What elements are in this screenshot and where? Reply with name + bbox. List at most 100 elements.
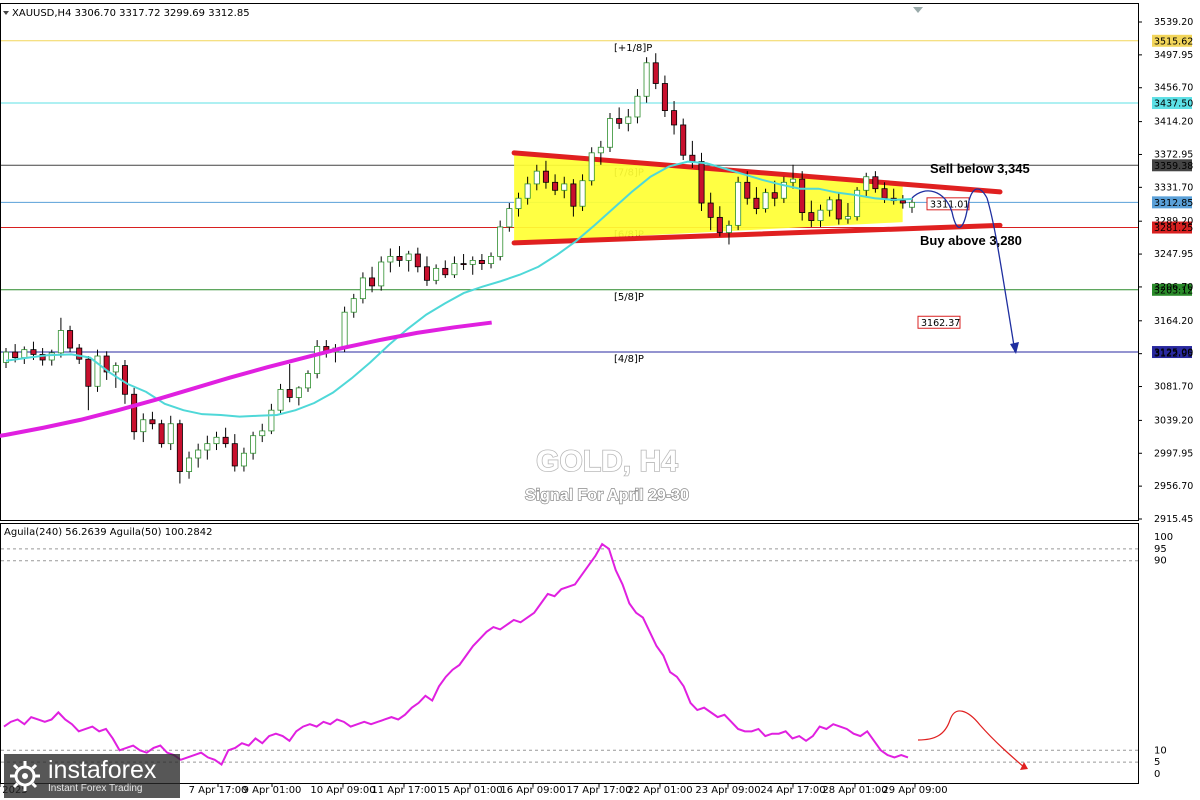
candle-bear xyxy=(460,263,467,265)
price-tick-label: 2997.95 xyxy=(1154,448,1193,459)
indicator-pane-frame xyxy=(0,523,1139,784)
candle-bull xyxy=(268,409,275,432)
candle-bull xyxy=(140,419,147,433)
level-price-label: 3359.38 xyxy=(1154,161,1193,172)
candle-bull xyxy=(643,62,650,97)
candle-bull xyxy=(57,330,64,354)
murrey-label: [5/8]P xyxy=(614,292,644,303)
candle-bear xyxy=(899,200,906,204)
candle-bull xyxy=(378,261,385,287)
price-tick-label: 3539.20 xyxy=(1154,17,1193,28)
candle-bull xyxy=(579,180,586,207)
candle-bull xyxy=(588,152,595,182)
candle-bull xyxy=(790,178,797,183)
brand-name: instaforex xyxy=(48,756,157,784)
candle-bear xyxy=(707,202,714,218)
candle-bear xyxy=(423,266,430,281)
candle-bull xyxy=(341,311,348,349)
level-price-label: 3312.85 xyxy=(1154,198,1193,209)
time-tick-label: 10 Apr 09:00 xyxy=(310,785,375,796)
candle-bull xyxy=(607,118,614,148)
candle-bull xyxy=(433,267,440,281)
candle-bear xyxy=(616,118,623,124)
candle-bull xyxy=(405,253,412,261)
candle-bull xyxy=(863,176,870,191)
candle-bull xyxy=(735,181,742,226)
price-tick-label: 3081.70 xyxy=(1154,382,1193,393)
candle-bull xyxy=(359,277,366,300)
chart-title: GOLD, H4 xyxy=(536,445,678,478)
price-tick-label: 3497.95 xyxy=(1154,50,1193,61)
time-tick-label: 7 Apr 17:00 xyxy=(189,785,248,796)
candle-bear xyxy=(753,197,760,210)
candle-bull xyxy=(314,346,321,374)
time-tick-label: 24 Apr 17:00 xyxy=(760,785,825,796)
price-tick-label: 2915.45 xyxy=(1154,514,1193,525)
indicator-level-label: 95 xyxy=(1154,544,1167,555)
candle-bear xyxy=(799,178,806,213)
indicator-level-label: 5 xyxy=(1154,757,1160,768)
candle-bear xyxy=(835,199,842,220)
candle-bull xyxy=(259,430,266,437)
candle-bear xyxy=(286,389,293,398)
candle-bear xyxy=(231,443,238,467)
candle-bull xyxy=(506,208,513,228)
candle-bull xyxy=(94,355,101,387)
candle-bear xyxy=(542,170,549,183)
brand-tagline: Instant Forex Trading xyxy=(48,783,143,794)
candle-bull xyxy=(451,263,458,276)
candle-bear xyxy=(396,256,403,261)
candle-bull xyxy=(844,216,851,220)
candle-bear xyxy=(176,423,183,472)
candle-bear xyxy=(661,83,668,112)
candle-bear xyxy=(478,260,485,264)
price-tick-label: 3247.95 xyxy=(1154,249,1193,260)
indicator-level-label: 90 xyxy=(1154,556,1167,567)
candle-bull xyxy=(909,201,916,208)
level-price-label: 3437.50 xyxy=(1154,99,1193,110)
time-tick-label: 9 Apr 01:00 xyxy=(243,785,302,796)
sell-annotation: Sell below 3,345 xyxy=(930,161,1030,176)
brand-watermark: instaforex Instant Forex Trading xyxy=(4,754,180,798)
price-tick-label: 3206.70 xyxy=(1154,282,1193,293)
candle-bear xyxy=(881,188,888,199)
candle-bear xyxy=(12,351,19,359)
candle-bull xyxy=(387,256,394,263)
candle-bull xyxy=(250,435,257,454)
candle-bear xyxy=(716,216,723,233)
candle-bear xyxy=(872,176,879,190)
candle-bull xyxy=(725,224,732,233)
candle-bull xyxy=(295,387,302,398)
candle-bull xyxy=(488,256,495,264)
candle-bear xyxy=(149,419,156,425)
murrey-label: [4/8]P xyxy=(614,354,644,365)
candle-bear xyxy=(30,349,37,355)
candle-bear xyxy=(680,124,687,156)
price-tick-label: 3039.20 xyxy=(1154,415,1193,426)
time-tick-label: 23 Apr 09:00 xyxy=(695,785,760,796)
chart-subtitle: Signal For April 29-30 xyxy=(525,487,689,504)
candle-bull xyxy=(634,95,641,118)
candle-bear xyxy=(808,212,815,221)
candle-bull xyxy=(597,146,604,154)
time-tick-label: 28 Apr 01:00 xyxy=(822,785,887,796)
candle-bull xyxy=(762,192,769,210)
buy-annotation: Buy above 3,280 xyxy=(920,233,1022,248)
time-tick-label: 16 Apr 09:00 xyxy=(500,785,565,796)
candle-bear xyxy=(369,277,376,287)
price-axis: 3539.20 3497.95 3456.70 3414.20 3372.95 3331.… xyxy=(1138,17,1193,525)
candle-bear xyxy=(771,192,778,199)
candle-bull xyxy=(48,352,55,361)
candle-bull xyxy=(167,423,174,445)
candle-bull xyxy=(240,452,247,467)
candle-bear xyxy=(222,436,229,445)
time-tick-label: 17 Apr 17:00 xyxy=(566,785,631,796)
candle-bull xyxy=(213,436,220,445)
candle-bear xyxy=(698,161,705,204)
candle-bear xyxy=(570,183,577,207)
candle-bear xyxy=(76,347,83,360)
candle-bear xyxy=(652,62,659,84)
price-tick-label: 3122.95 xyxy=(1154,349,1193,360)
indicator-header: Aguila(240) 56.2639 Aguila(50) 100.2842 xyxy=(4,527,212,538)
candle-bull xyxy=(533,170,540,185)
